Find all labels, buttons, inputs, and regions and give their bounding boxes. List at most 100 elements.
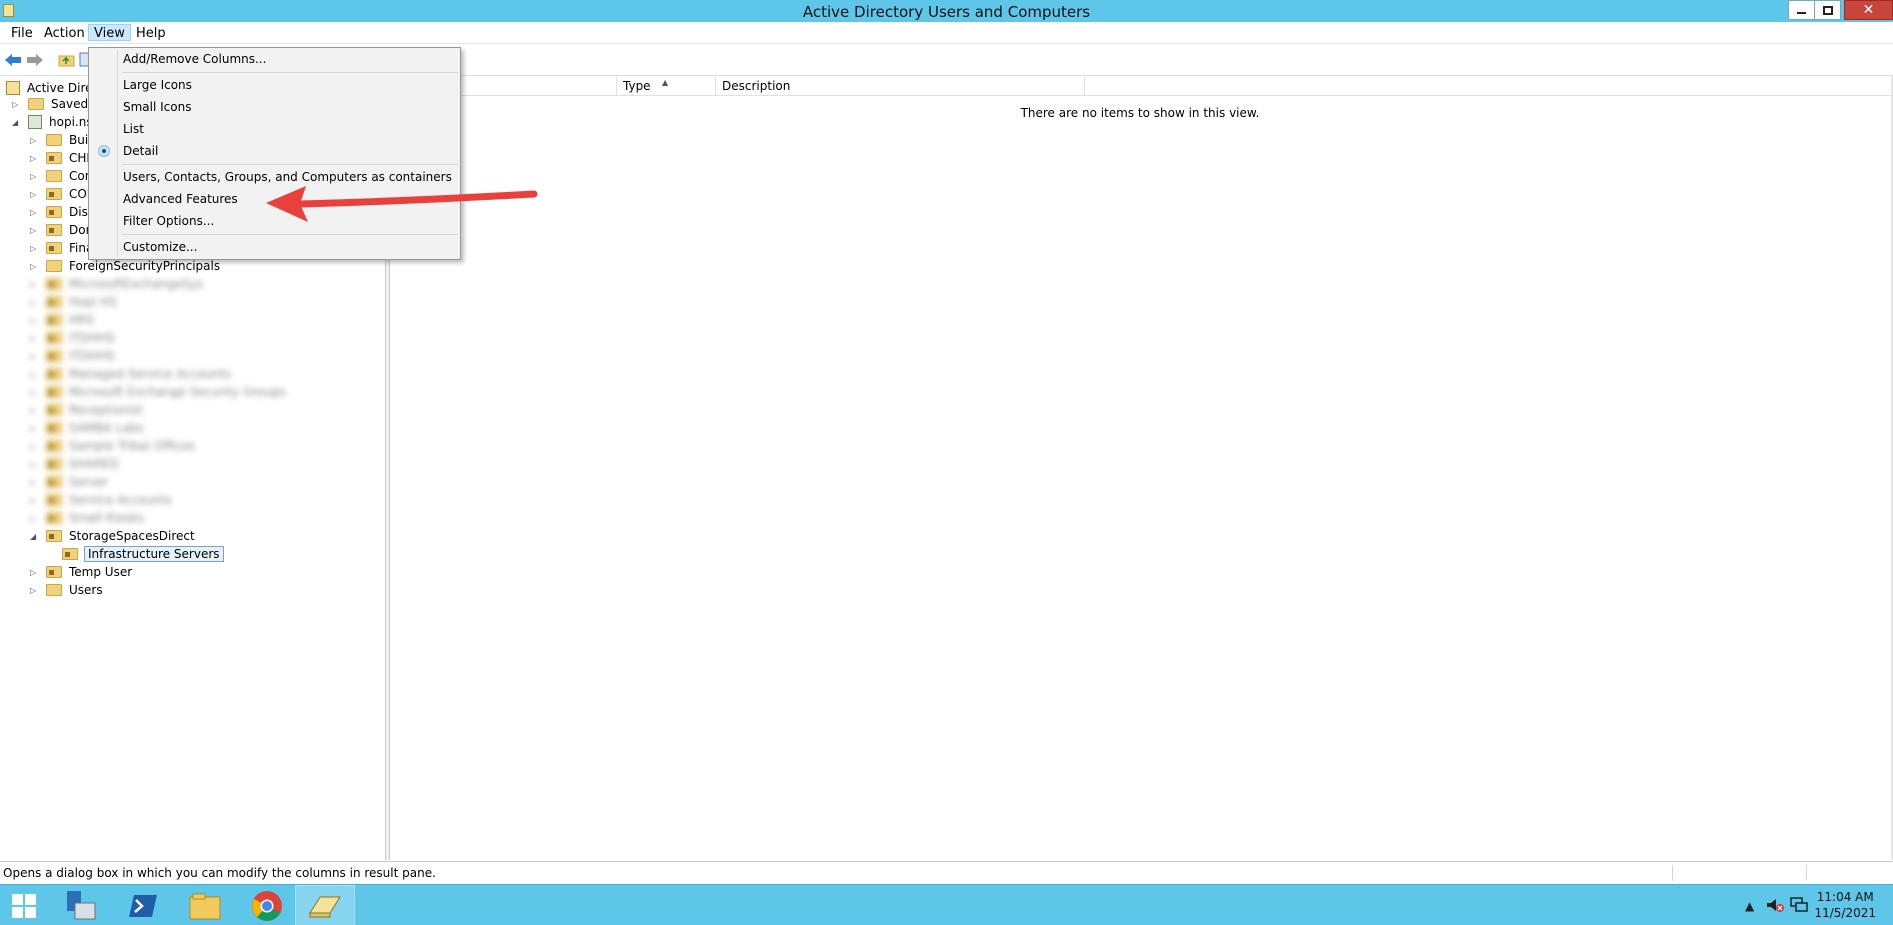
tree-item-users[interactable]: ▷ Users: [30, 581, 104, 599]
up-folder-icon[interactable]: [58, 52, 76, 68]
tree-item-redacted[interactable]: ▷ SAMBA Labs: [30, 419, 145, 437]
menu-item-large-icons[interactable]: Large Icons: [90, 75, 459, 95]
volume-muted-icon[interactable]: [1766, 897, 1784, 913]
expand-icon: ▷: [30, 369, 37, 379]
forward-arrow-icon[interactable]: [26, 52, 44, 68]
tree-item-storage-spaces-direct[interactable]: ◢ StorageSpacesDirect: [30, 527, 196, 545]
windows-logo-icon: [12, 893, 36, 918]
column-header-row: Type ▲ Description: [390, 76, 1893, 96]
expand-icon[interactable]: ▷: [30, 586, 39, 595]
menu-file[interactable]: File: [6, 25, 38, 42]
minimize-button[interactable]: [1788, 0, 1815, 20]
tree-item-redacted[interactable]: ▷ MicrosoftExchangeSys: [30, 275, 204, 293]
expand-icon: ▷: [30, 315, 37, 325]
tree-item-redacted[interactable]: ▷ HRS: [30, 311, 95, 329]
title-bar: Active Directory Users and Computers ✕: [0, 0, 1893, 22]
expand-icon: ▷: [30, 441, 37, 451]
close-icon: ✕: [1862, 2, 1875, 18]
menu-item-small-icons[interactable]: Small Icons: [90, 97, 459, 117]
collapse-icon[interactable]: ◢: [12, 118, 21, 127]
tree-item-redacted[interactable]: ▷ Sample Tribal Offices: [30, 437, 196, 455]
tree-item-infrastructure-servers[interactable]: Infrastructure Servers: [62, 545, 224, 563]
domain-icon: [28, 115, 42, 129]
status-text: Opens a dialog box in which you can modi…: [3, 866, 436, 880]
status-bar: Opens a dialog box in which you can modi…: [0, 861, 1893, 883]
expand-icon[interactable]: ▷: [30, 154, 39, 163]
tree-item-redacted[interactable]: ▷ ITDHHS: [30, 329, 116, 347]
expand-icon: ▷: [30, 423, 37, 433]
collapse-icon[interactable]: ◢: [30, 532, 39, 541]
taskbar-chrome[interactable]: [237, 885, 297, 925]
taskbar-file-explorer[interactable]: [175, 885, 235, 925]
taskbar-aduc[interactable]: [295, 885, 355, 925]
tree-item-redacted[interactable]: ▷ Hopi HS: [30, 293, 118, 311]
aduc-book-icon: [309, 896, 341, 917]
ou-folder-icon: [46, 188, 62, 200]
ou-folder-icon: [46, 206, 62, 218]
ou-folder-icon: [46, 404, 62, 416]
taskbar-server-manager[interactable]: [51, 885, 111, 925]
tree-item-redacted[interactable]: ▷ Service Accounts: [30, 491, 173, 509]
ou-folder-icon: [46, 386, 62, 398]
ou-folder-icon: [46, 440, 62, 452]
expand-icon[interactable]: ▷: [30, 136, 39, 145]
tree-item-redacted[interactable]: ▷ Server: [30, 473, 109, 491]
tree-item-redacted[interactable]: ▷ Small Kiosks: [30, 509, 145, 527]
column-header-description[interactable]: Description: [716, 77, 1085, 95]
menu-action[interactable]: Action: [39, 25, 90, 42]
restore-button[interactable]: [1814, 0, 1841, 20]
folder-icon: [46, 260, 62, 272]
menu-bar: File Action View Help: [0, 22, 1893, 44]
menu-separator: [122, 72, 458, 73]
expand-icon: ▷: [30, 459, 37, 469]
red-arrow-annotation: [266, 186, 538, 222]
menu-item-add-remove-columns[interactable]: Add/Remove Columns...: [90, 49, 459, 69]
tree-item-redacted[interactable]: ▷ SHARED: [30, 455, 120, 473]
expand-icon[interactable]: ▷: [30, 190, 39, 199]
results-pane: Type ▲ Description There are no items to…: [390, 76, 1893, 860]
tree-item-redacted[interactable]: ▷ Managed Service Accounts: [30, 365, 232, 383]
expand-icon[interactable]: ▷: [30, 568, 39, 577]
ou-folder-icon: [46, 152, 62, 164]
start-button[interactable]: [0, 885, 48, 925]
menu-item-list[interactable]: List: [90, 119, 459, 139]
network-icon[interactable]: [1790, 897, 1808, 913]
folder-icon: [46, 170, 62, 182]
tree-item-redacted[interactable]: ▷ Microsoft Exchange Security Groups: [30, 383, 287, 401]
expand-icon: ▷: [30, 297, 37, 307]
tree-item-ou[interactable]: ▷ Disa: [30, 203, 96, 221]
tree-item-ou[interactable]: ▷ COU: [30, 185, 97, 203]
expand-icon[interactable]: ▷: [12, 100, 21, 109]
show-hidden-icons-chevron[interactable]: ▲: [1745, 899, 1754, 913]
tree-item-temp-user[interactable]: ▷ Temp User: [30, 563, 133, 581]
expand-icon: ▷: [30, 495, 37, 505]
folder-icon: [46, 584, 62, 596]
aduc-root-icon: [6, 81, 20, 95]
ou-folder-icon: [46, 494, 62, 506]
expand-icon: ▷: [30, 387, 37, 397]
back-arrow-icon[interactable]: [4, 52, 22, 68]
tray-clock[interactable]: 11:04 AM 11/5/2021: [1814, 889, 1876, 921]
chrome-icon: [252, 890, 282, 921]
expand-icon[interactable]: ▷: [30, 226, 39, 235]
tree-item-domain[interactable]: ◢ hopi.nsr: [12, 113, 99, 131]
tree-item-redacted[interactable]: ▷ Receptionist: [30, 401, 144, 419]
ou-folder-icon: [46, 278, 62, 290]
expand-icon[interactable]: ▷: [30, 244, 39, 253]
tree-item-redacted[interactable]: ▷ ITDHHS: [30, 347, 116, 365]
ou-folder-icon: [46, 368, 62, 380]
menu-help[interactable]: Help: [131, 25, 171, 42]
menu-view[interactable]: View: [88, 24, 131, 41]
ou-folder-icon: [46, 566, 62, 578]
expand-icon[interactable]: ▷: [30, 208, 39, 217]
tree-item-ou[interactable]: ▷ Fina: [30, 239, 94, 257]
server-manager-icon: [67, 890, 96, 919]
menu-item-customize[interactable]: Customize...: [90, 237, 459, 257]
taskbar: ▲ 11:04 AM 11/5/2021: [0, 884, 1893, 925]
taskbar-powershell[interactable]: [113, 885, 173, 925]
close-button[interactable]: ✕: [1844, 0, 1893, 20]
tree-item-ou[interactable]: ▷ CHR: [30, 149, 96, 167]
menu-item-detail[interactable]: Detail: [90, 141, 459, 161]
expand-icon[interactable]: ▷: [30, 172, 39, 181]
expand-icon[interactable]: ▷: [30, 262, 39, 271]
